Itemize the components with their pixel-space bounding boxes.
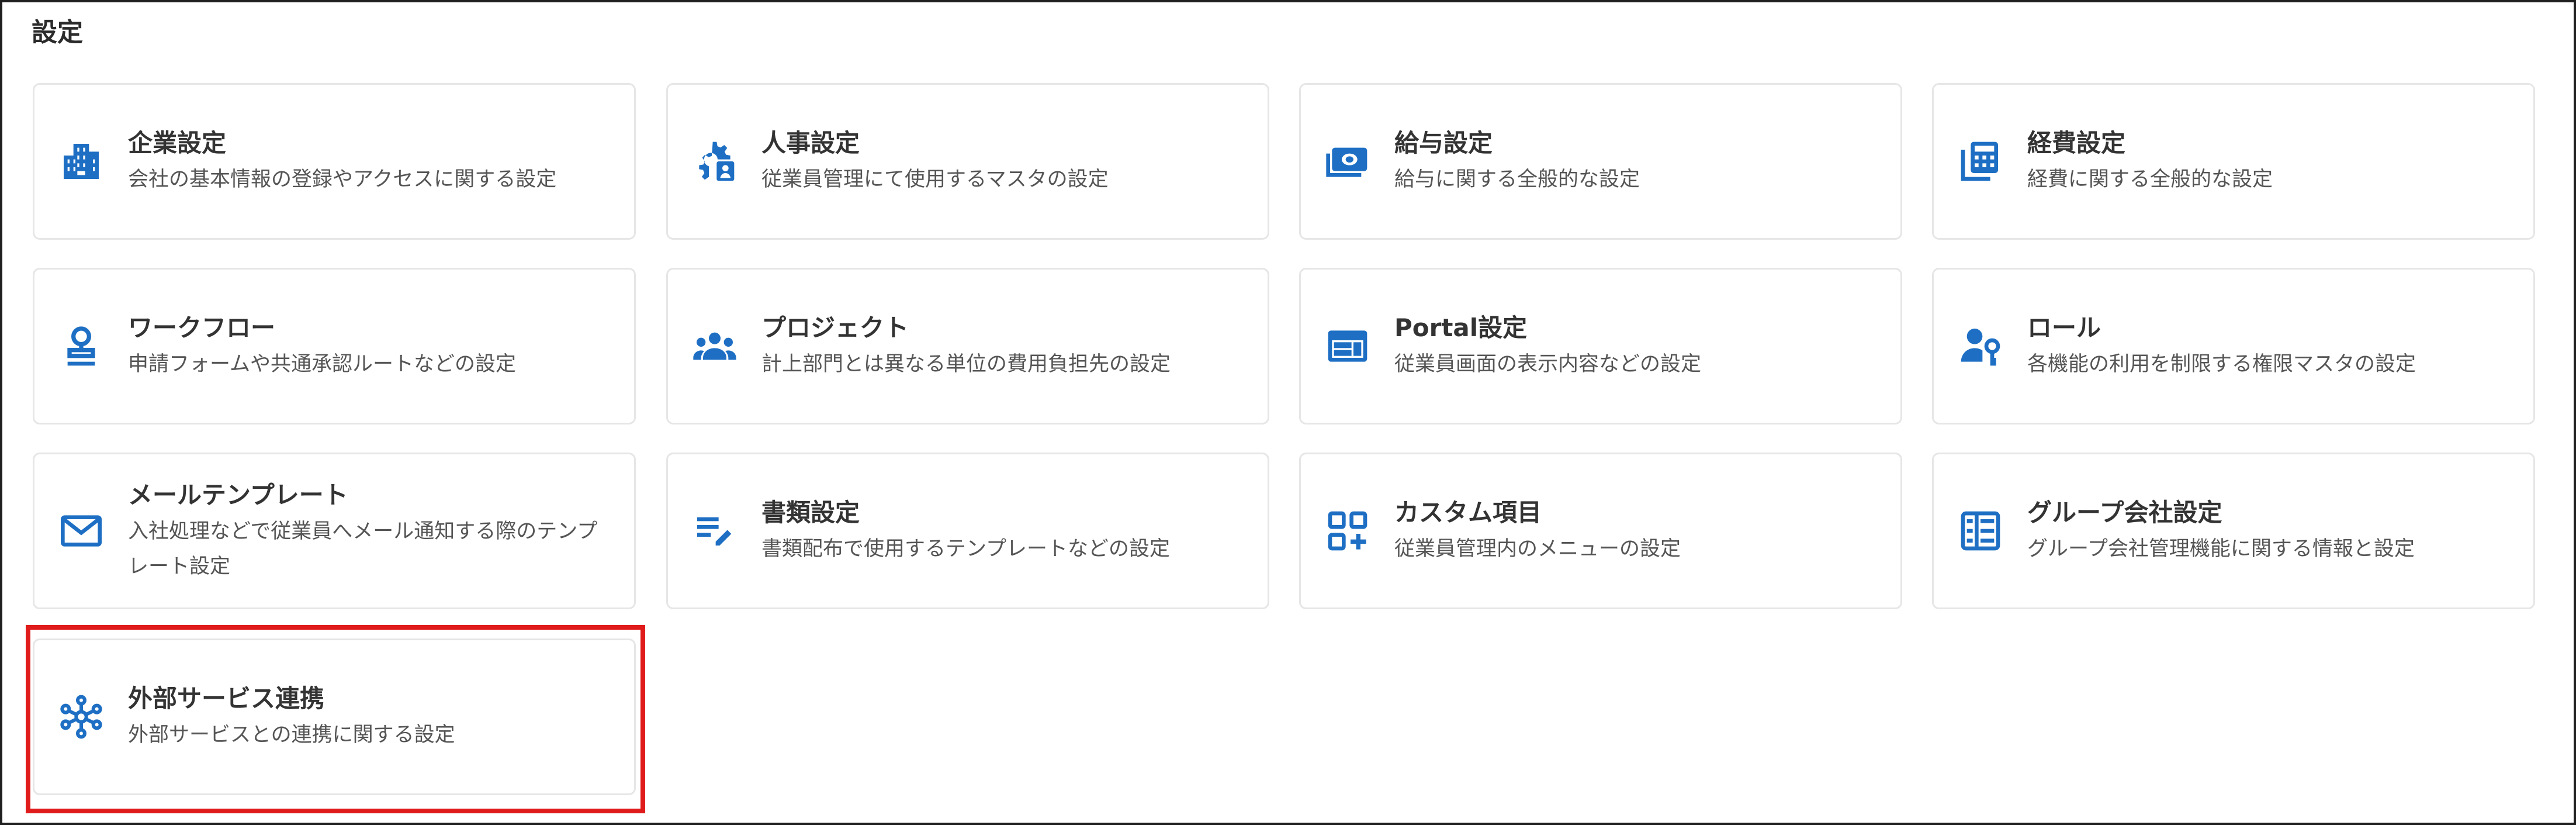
card-description: 外部サービスとの連携に関する設定 xyxy=(128,723,455,747)
card-project[interactable]: プロジェクト 計上部門とは異なる単位の費用負担先の設定 xyxy=(666,268,1269,424)
money-icon xyxy=(1324,138,1371,185)
card-title: ロール xyxy=(2027,313,2101,342)
card-description: 従業員画面の表示内容などの設定 xyxy=(1394,353,1702,376)
card-description: 計上部門とは異なる単位の費用負担先の設定 xyxy=(761,353,1171,376)
grid-plus-icon xyxy=(1324,508,1371,554)
card-description: 書類配布で使用するテンプレートなどの設定 xyxy=(761,537,1170,561)
group-icon xyxy=(691,323,738,370)
settings-frame: 設定 企業設定 会社の基本情報の登録やアクセスに関する設定 人事設定 従業員管理… xyxy=(0,0,2576,825)
person-key-icon xyxy=(1957,323,2004,370)
card-group-company-settings[interactable]: グループ会社設定 グループ会社管理機能に関する情報と設定 xyxy=(1932,453,2535,609)
card-title: 給与設定 xyxy=(1394,129,1493,157)
stamp-icon xyxy=(58,323,105,370)
gear-person-icon xyxy=(691,138,738,185)
card-description: 入社処理などで従業員へメール通知する際のテンプレート設定 xyxy=(128,520,598,578)
card-description: 経費に関する全般的な設定 xyxy=(2027,168,2273,191)
card-description: 各機能の利用を制限する権限マスタの設定 xyxy=(2027,353,2416,376)
document-edit-icon xyxy=(691,508,738,554)
portal-icon xyxy=(1324,323,1371,370)
card-role[interactable]: ロール 各機能の利用を制限する権限マスタの設定 xyxy=(1932,268,2535,424)
card-mail-template[interactable]: メールテンプレート 入社処理などで従業員へメール通知する際のテンプレート設定 xyxy=(33,453,636,609)
building-icon xyxy=(58,138,105,185)
card-description: 従業員管理内のメニューの設定 xyxy=(1394,537,1681,561)
card-description: 会社の基本情報の登録やアクセスに関する設定 xyxy=(128,168,557,191)
hub-icon xyxy=(58,693,105,740)
card-description: グループ会社管理機能に関する情報と設定 xyxy=(2027,537,2415,561)
card-title: メールテンプレート xyxy=(128,481,348,509)
card-external-service-integration[interactable]: 外部サービス連携 外部サービスとの連携に関する設定 xyxy=(33,638,636,795)
card-title: 書類設定 xyxy=(761,498,860,527)
card-company-settings[interactable]: 企業設定 会社の基本情報の登録やアクセスに関する設定 xyxy=(33,83,636,240)
card-title: 外部サービス連携 xyxy=(128,684,325,713)
card-hr-settings[interactable]: 人事設定 従業員管理にて使用するマスタの設定 xyxy=(666,83,1269,240)
card-expense-settings[interactable]: 経費設定 経費に関する全般的な設定 xyxy=(1932,83,2535,240)
card-description: 従業員管理にて使用するマスタの設定 xyxy=(761,168,1109,191)
card-title: プロジェクト xyxy=(761,313,909,342)
card-description: 給与に関する全般的な設定 xyxy=(1394,168,1640,191)
calculator-icon xyxy=(1957,138,2004,185)
org-list-icon xyxy=(1957,508,2004,554)
card-payroll-settings[interactable]: 給与設定 給与に関する全般的な設定 xyxy=(1299,83,1902,240)
card-workflow[interactable]: ワークフロー 申請フォームや共通承認ルートなどの設定 xyxy=(33,268,636,424)
card-document-settings[interactable]: 書類設定 書類配布で使用するテンプレートなどの設定 xyxy=(666,453,1269,609)
card-title: 経費設定 xyxy=(2027,129,2126,157)
page-title: 設定 xyxy=(32,18,83,47)
card-title: 人事設定 xyxy=(761,129,860,157)
card-portal-settings[interactable]: Portal設定 従業員画面の表示内容などの設定 xyxy=(1299,268,1902,424)
card-title: カスタム項目 xyxy=(1394,498,1542,527)
card-title: グループ会社設定 xyxy=(2027,498,2222,527)
mail-icon xyxy=(58,508,105,554)
card-title: ワークフロー xyxy=(128,313,276,342)
card-custom-fields[interactable]: カスタム項目 従業員管理内のメニューの設定 xyxy=(1299,453,1902,609)
card-title: 企業設定 xyxy=(128,129,227,157)
card-title: Portal設定 xyxy=(1394,313,1528,342)
card-description: 申請フォームや共通承認ルートなどの設定 xyxy=(128,353,516,376)
